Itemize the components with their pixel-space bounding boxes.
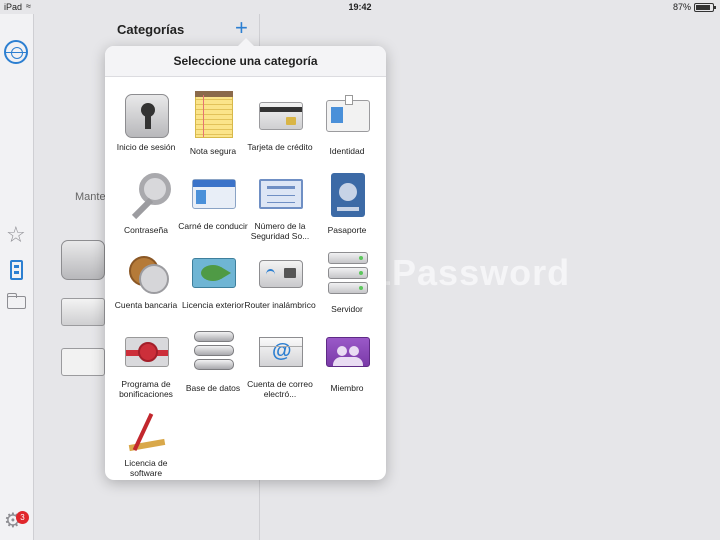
category-identity[interactable]: Identidad <box>311 90 383 170</box>
category-label: Cuenta bancaria <box>114 300 178 310</box>
status-bar: iPad ≈ 19:42 87% <box>0 0 720 14</box>
category-label: Licencia de software <box>124 458 168 478</box>
favorites-star-icon[interactable]: ☆ <box>6 224 26 246</box>
email-account-icon <box>259 337 303 367</box>
category-reward-program[interactable]: Programa de bonificaciones <box>110 327 182 407</box>
category-label: Pasaporte <box>327 225 367 235</box>
credit-card-icon <box>61 298 105 326</box>
category-membership[interactable]: Miembro <box>311 327 383 407</box>
page-title: Categorías <box>117 22 185 37</box>
wireless-router-icon <box>259 260 303 288</box>
outdoor-license-icon <box>192 258 236 288</box>
password-key-icon <box>125 173 171 217</box>
category-drivers-license[interactable]: Carné de conducir <box>177 169 249 249</box>
identity-icon <box>326 95 370 132</box>
credit-card-icon <box>259 102 303 130</box>
category-software-license[interactable]: Licencia de software <box>110 406 182 486</box>
database-icon <box>194 331 234 375</box>
category-bank-account[interactable]: Cuenta bancaria <box>110 248 182 328</box>
category-outdoor-license[interactable]: Licencia exterior <box>177 248 249 328</box>
category-passport[interactable]: Pasaporte <box>311 169 383 249</box>
category-label: Nota segura <box>189 146 237 156</box>
popover-title: Seleccione una categoría <box>105 46 386 77</box>
category-label: Licencia exterior <box>182 300 244 310</box>
category-label: Miembro <box>330 383 364 393</box>
category-login[interactable]: Inicio de sesión <box>110 90 182 170</box>
category-label: Carné de conducir <box>178 221 248 231</box>
identity-icon <box>61 348 105 376</box>
bank-account-icon <box>125 252 169 296</box>
clock: 19:42 <box>348 2 372 12</box>
category-wireless-router[interactable]: Router inalámbrico <box>244 248 316 328</box>
vault-icon[interactable] <box>10 260 23 280</box>
popover-arrow <box>237 38 255 47</box>
battery-icon <box>694 3 716 12</box>
passport-icon <box>331 173 365 217</box>
watermark-logo: 1Password <box>371 252 571 293</box>
category-picker-popover: Seleccione una categoría Inicio de sesió… <box>105 38 386 480</box>
folder-icon[interactable] <box>7 293 26 309</box>
drivers-license-icon <box>192 179 236 209</box>
category-label: Número de la Seguridad So... <box>250 221 310 241</box>
category-label: Base de datos <box>185 383 241 393</box>
category-password-key[interactable]: Contraseña <box>110 169 182 249</box>
membership-icon <box>326 337 370 367</box>
1password-logo-icon[interactable] <box>4 40 28 64</box>
login-icon <box>61 240 105 280</box>
reward-program-icon <box>125 337 169 367</box>
category-label: Inicio de sesión <box>116 142 176 152</box>
category-social-security[interactable]: Número de la Seguridad So... <box>244 169 316 249</box>
category-label: Cuenta de correo electró... <box>247 379 313 399</box>
software-license-icon <box>125 410 169 454</box>
category-secure-note[interactable]: Nota segura <box>177 90 249 170</box>
login-icon <box>125 94 169 138</box>
category-credit-card[interactable]: Tarjeta de crédito <box>244 90 316 170</box>
category-label: Identidad <box>329 146 365 156</box>
secure-note-icon <box>195 91 233 138</box>
category-label: Router inalámbrico <box>244 300 316 310</box>
category-label: Servidor <box>331 304 363 314</box>
social-security-icon <box>259 179 303 209</box>
battery-percent: 87% <box>672 2 691 12</box>
sidebar-rail: ☆ ⚙ 3 <box>0 14 34 540</box>
category-label: Contraseña <box>124 225 168 235</box>
category-label: Tarjeta de crédito <box>247 142 313 152</box>
category-server[interactable]: Servidor <box>311 248 383 328</box>
category-email-account[interactable]: Cuenta de correo electró... <box>244 327 316 407</box>
category-database[interactable]: Base de datos <box>177 327 249 407</box>
add-item-button[interactable]: + <box>235 16 248 40</box>
server-icon <box>328 252 368 296</box>
settings-badge: 3 <box>16 511 29 524</box>
category-label: Programa de bonificaciones <box>119 379 173 399</box>
